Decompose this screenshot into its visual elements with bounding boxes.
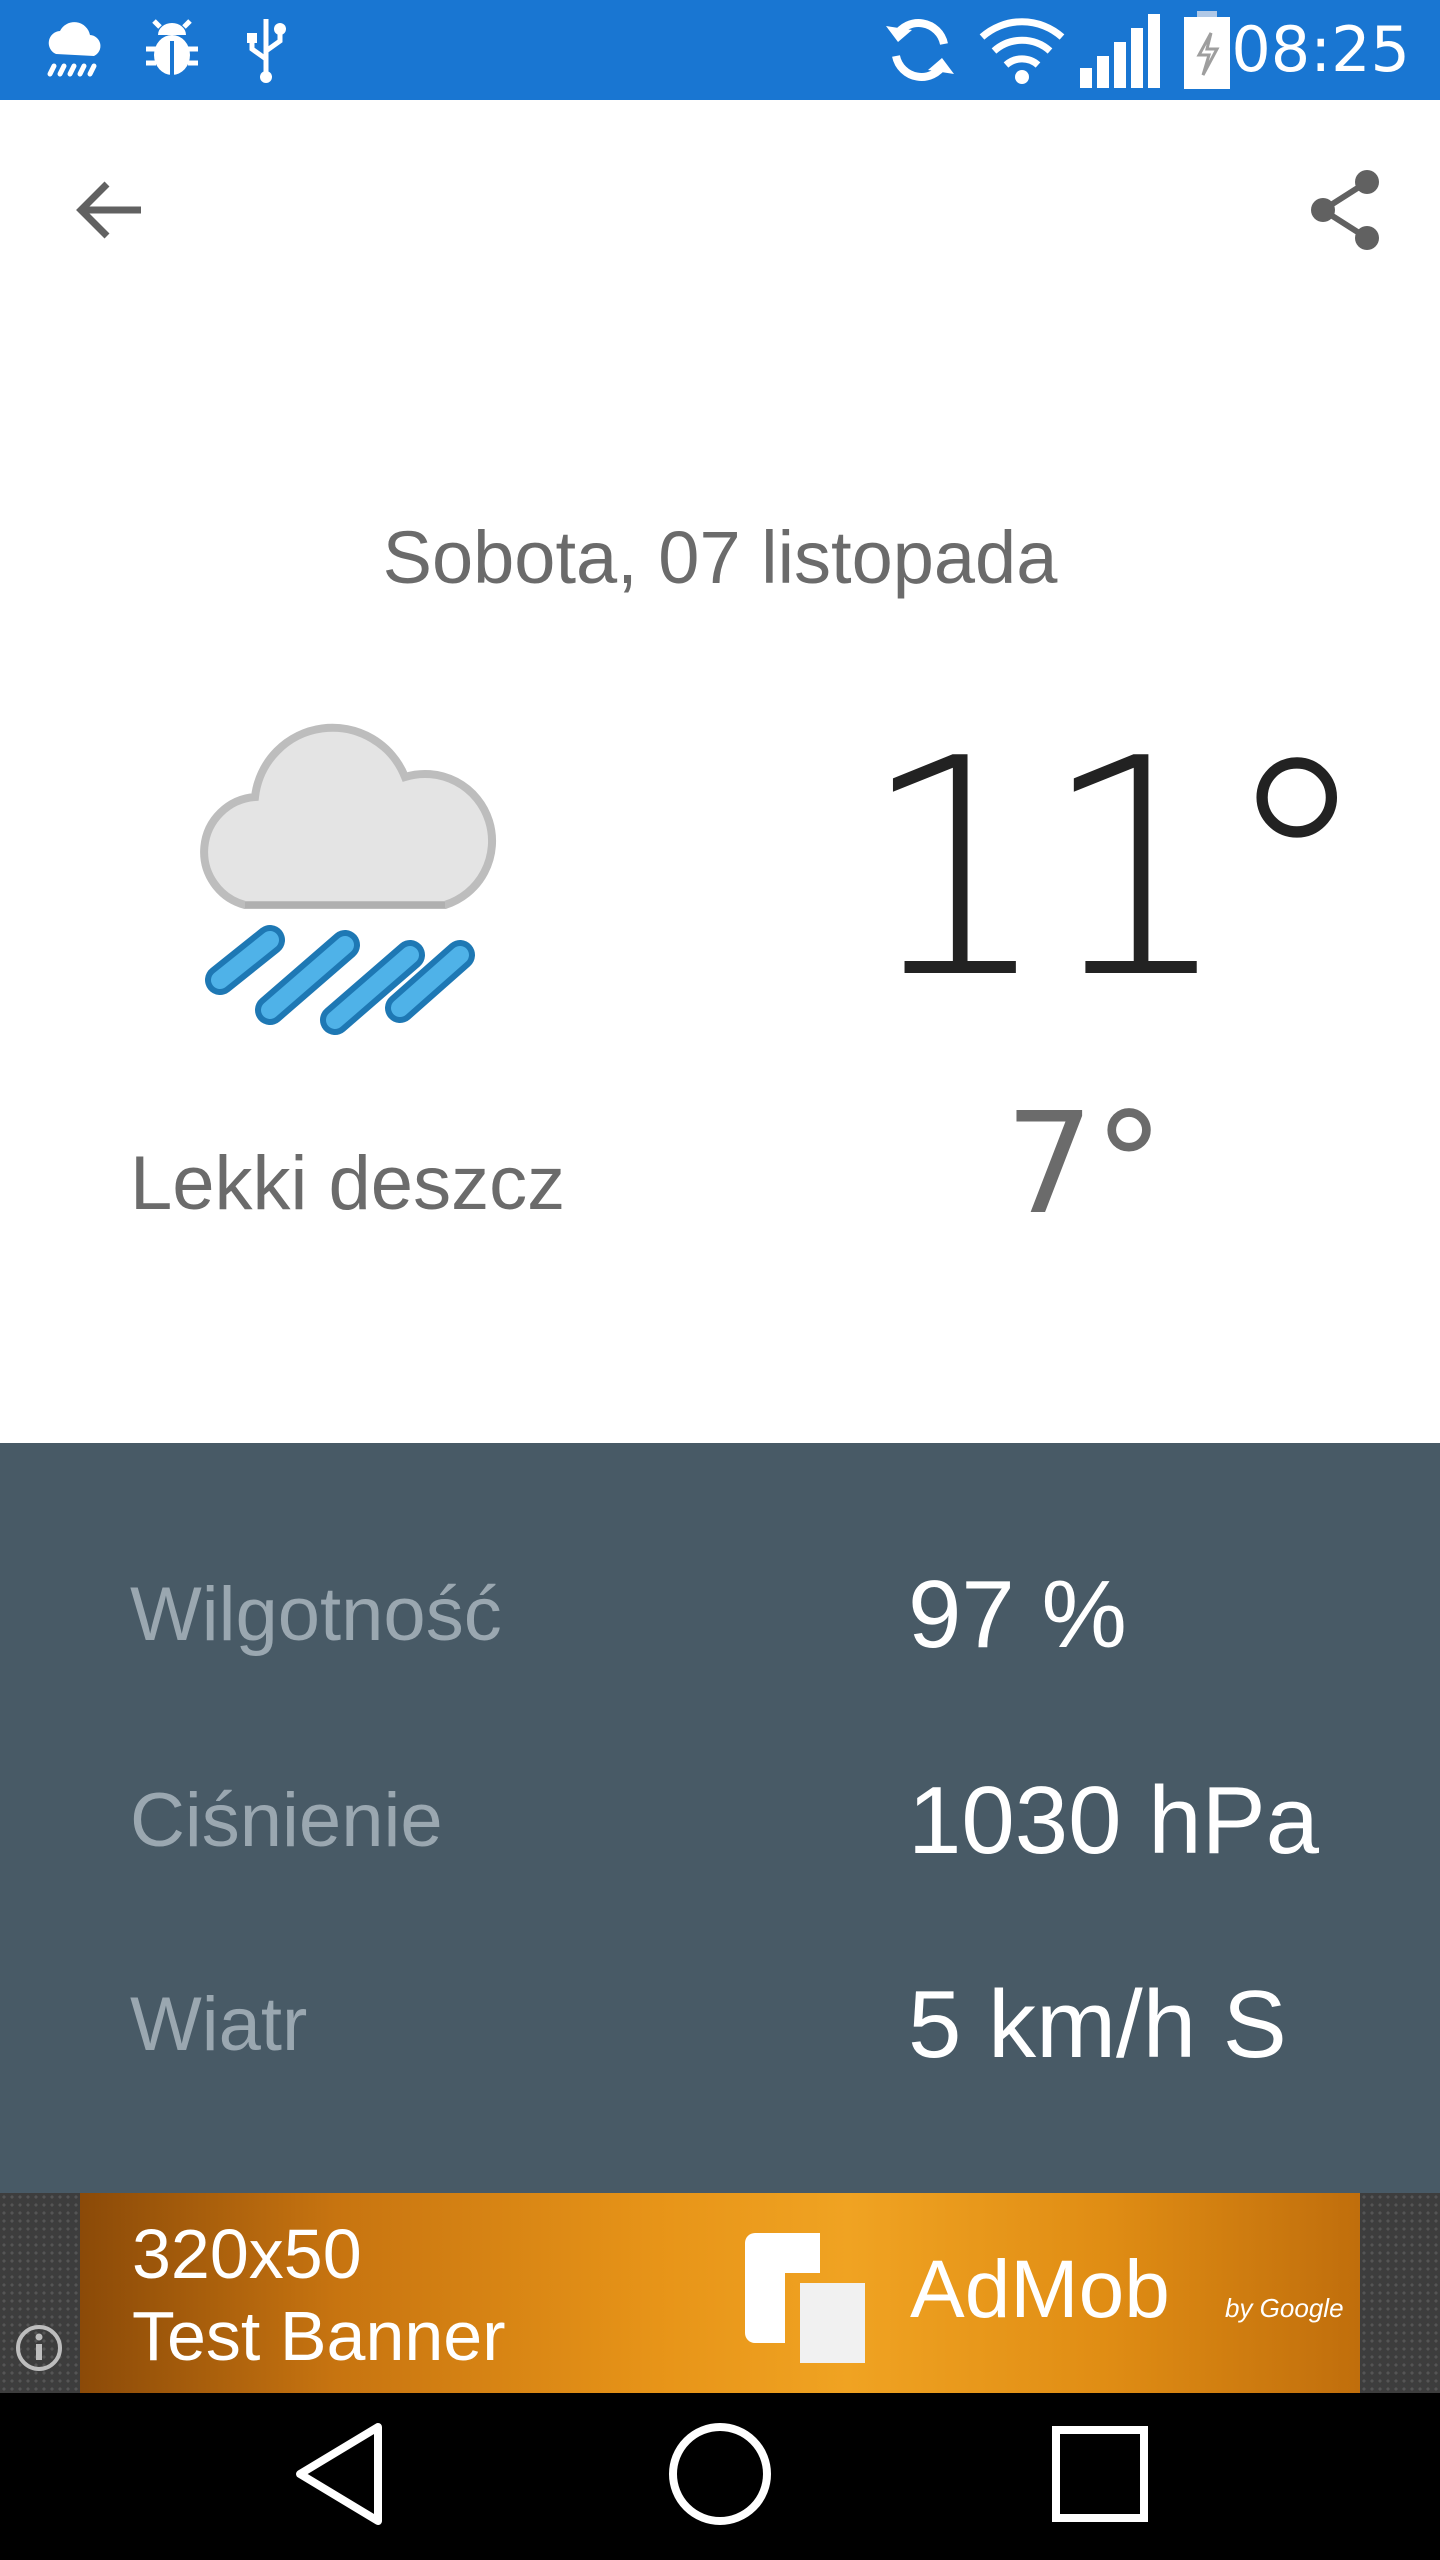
signal-icon	[1078, 0, 1162, 100]
sync-icon	[880, 0, 960, 100]
ad-size-text: 320x50	[132, 2215, 362, 2293]
battery-charging-icon	[1182, 0, 1232, 100]
temperature-high: 11°	[860, 695, 1372, 1044]
nav-home-button[interactable]	[620, 2393, 820, 2560]
status-time: 08:25	[1231, 13, 1410, 86]
back-button[interactable]	[50, 152, 170, 272]
admob-logo-icon	[725, 2223, 885, 2378]
detail-row-humidity: Wilgotność 97 %	[0, 1555, 1440, 1675]
detail-row-pressure: Ciśnienie 1030 hPa	[0, 1761, 1440, 1881]
ad-info-icon[interactable]	[14, 2323, 64, 2373]
square-recents-icon	[1050, 2424, 1150, 2529]
detail-value: 5 km/h S	[908, 1971, 1287, 2078]
nav-recents-button[interactable]	[1000, 2393, 1200, 2560]
ad-label-text: Test Banner	[132, 2297, 506, 2375]
detail-label: Wilgotność	[130, 1572, 502, 1657]
weather-notification-icon	[42, 0, 108, 100]
detail-row-wind: Wiatr 5 km/h S	[0, 1965, 1440, 2085]
triangle-back-icon	[290, 2419, 390, 2534]
forecast-date: Sobota, 07 listopada	[382, 516, 1058, 599]
ad-text: 320x50 Test Banner	[132, 2213, 506, 2377]
status-bar: 08:25	[0, 0, 1440, 100]
detail-label: Wiatr	[130, 1982, 308, 2067]
share-icon	[1307, 168, 1383, 257]
nav-back-button[interactable]	[240, 2393, 440, 2560]
weather-details-panel: Wilgotność 97 % Ciśnienie 1030 hPa Wiatr…	[0, 1443, 1440, 2193]
wifi-icon	[978, 0, 1066, 100]
navigation-bar	[0, 2393, 1440, 2560]
temperature-low: 7°	[1005, 1083, 1165, 1246]
detail-value: 1030 hPa	[908, 1767, 1320, 1874]
ad-container: 320x50 Test Banner AdMob by Google	[0, 2193, 1440, 2393]
usb-icon	[244, 0, 288, 100]
arrow-back-icon	[75, 178, 145, 247]
ad-by-google: by Google	[1225, 2293, 1344, 2323]
ad-brand: AdMob	[910, 2244, 1170, 2335]
light-rain-icon	[185, 700, 525, 1045]
debug-bug-icon	[140, 0, 204, 100]
share-button[interactable]	[1285, 152, 1405, 272]
detail-value: 97 %	[908, 1561, 1127, 1668]
detail-label: Ciśnienie	[130, 1778, 443, 1863]
test-ad-banner[interactable]: 320x50 Test Banner AdMob by Google	[80, 2193, 1360, 2393]
weather-condition: Lekki deszcz	[130, 1141, 566, 1226]
circle-home-icon	[665, 2419, 775, 2534]
